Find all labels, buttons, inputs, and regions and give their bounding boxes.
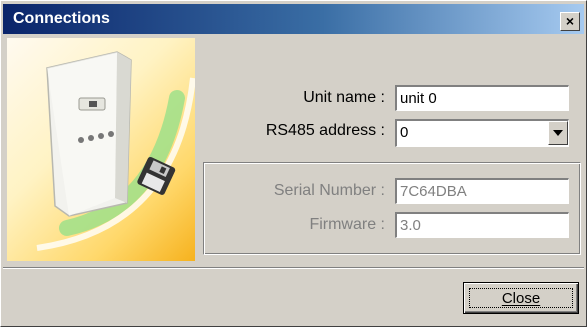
connections-dialog: Connections × Unit name: unit 0 RS485 a… [0, 0, 587, 327]
device-info-group [203, 162, 581, 255]
close-icon: × [565, 13, 575, 29]
serial-number-field: 7C64DBA [395, 178, 569, 204]
rs485-address-value: 0 [400, 124, 409, 141]
unit-name-label: Unit name : [303, 89, 385, 106]
device-art-icon [36, 51, 195, 251]
close-button[interactable]: Close [463, 282, 579, 314]
unit-name-input[interactable]: unit 0 [395, 85, 569, 111]
firmware-field: 3.0 [395, 212, 569, 238]
rs485-address-label: RS485 address : [265, 122, 385, 139]
window-title: Connections [13, 10, 110, 27]
chevron-down-icon [553, 130, 563, 136]
focus-rect [469, 288, 573, 308]
firmware-label: Firmware : [309, 216, 385, 233]
device-illustration [7, 38, 195, 261]
title-bar[interactable]: Connections × [3, 4, 584, 34]
footer-separator [3, 267, 584, 269]
title-close-button[interactable]: × [560, 12, 580, 31]
dropdown-button[interactable] [548, 121, 568, 145]
serial-number-label: Serial Number : [273, 182, 385, 199]
rs485-address-select[interactable]: 0 [395, 119, 569, 147]
